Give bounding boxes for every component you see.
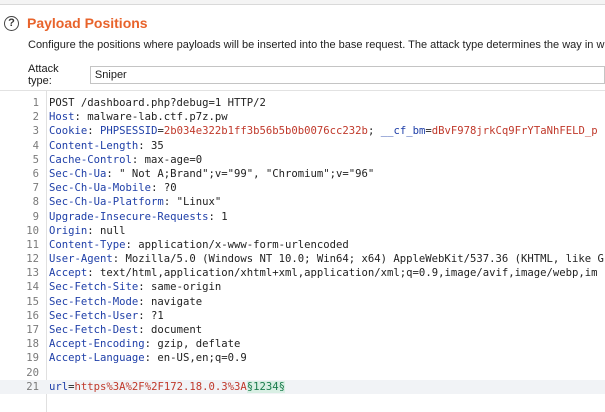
header-value: : " Not A;Brand";v="99", "Chromium";v="9…: [106, 167, 375, 180]
help-icon[interactable]: ?: [4, 15, 19, 31]
line-number: 5: [32, 153, 39, 166]
line-number: 13: [26, 267, 39, 280]
editor-line[interactable]: 16 Sec-Fetch-User: ?1: [0, 309, 605, 323]
editor-line[interactable]: 7 Sec-Ch-Ua-Mobile: ?0: [0, 181, 605, 195]
line-number: 7: [32, 182, 39, 195]
line-number: 21: [26, 380, 39, 393]
header-value: : en-US,en;q=0.9: [144, 352, 247, 365]
editor-line[interactable]: 2 Host: malware-lab.ctf.p7z.pw: [0, 110, 605, 124]
attack-type-label: Attack type:: [28, 63, 59, 87]
header-value: : Mozilla/5.0 (Windows NT 10.0; Win64; x…: [112, 253, 604, 266]
line-number: 1: [32, 97, 39, 109]
header-value: : same-origin: [138, 281, 222, 294]
line-number: 6: [32, 167, 39, 180]
header-value: : gzip, deflate: [144, 338, 241, 351]
body-param-value: https%3A%2F%2F172.18.0.3%3A: [74, 380, 247, 393]
editor-line[interactable]: 8 Sec-Ch-Ua-Platform: "Linux": [0, 195, 605, 209]
cookie-value: dBvF978jrkCq9FrYTaNhFELD_p: [431, 125, 598, 138]
line-number: 11: [26, 238, 39, 251]
editor-line[interactable]: 17 Sec-Fetch-Dest: document: [0, 323, 605, 337]
line-number: 9: [32, 210, 39, 223]
header-key: Sec-Ch-Ua: [49, 167, 107, 180]
line-number: 8: [32, 196, 39, 209]
top-tab-strip: [0, 0, 605, 5]
header-value: : 35: [138, 139, 164, 152]
header-value: : application/x-www-form-urlencoded: [125, 238, 349, 251]
header-key: Content-Type: [49, 238, 126, 251]
header-key: Sec-Ch-Ua-Mobile: [49, 182, 152, 195]
header-value: : malware-lab.ctf.p7z.pw: [74, 111, 228, 124]
header-value: : 1: [208, 210, 228, 223]
header-key: User-Agent: [49, 253, 113, 266]
editor-line[interactable]: 19 Accept-Language: en-US,en;q=0.9: [0, 351, 605, 365]
header-value: : null: [87, 224, 126, 237]
header-key: Sec-Fetch-Dest: [49, 324, 139, 336]
editor-line[interactable]: 9 Upgrade-Insecure-Requests: 1: [0, 210, 605, 224]
editor-line[interactable]: 15 Sec-Fetch-Mode: navigate: [0, 295, 605, 309]
editor-line[interactable]: 13 Accept: text/html,application/xhtml+x…: [0, 266, 605, 280]
line-number: 4: [32, 139, 39, 152]
header-value: : text/html,application/xhtml+xml,applic…: [87, 267, 598, 280]
editor-line-current[interactable]: 21 url=https%3A%2F%2F172.18.0.3%3A§1234§: [0, 379, 605, 394]
editor-line[interactable]: 6 Sec-Ch-Ua: " Not A;Brand";v="99", "Chr…: [0, 167, 605, 181]
header-key: Sec-Fetch-Mode: [49, 295, 139, 308]
header-key: Cache-Control: [49, 153, 132, 166]
header-key: Origin: [49, 224, 88, 237]
line-number: 2: [32, 111, 39, 124]
header-key: Accept-Language: [49, 352, 145, 365]
section-header: ? Payload Positions: [4, 13, 148, 33]
line-number: 10: [26, 224, 39, 237]
line-number: 17: [26, 324, 39, 336]
cookie-name: __cf_bm: [380, 125, 426, 138]
attack-type-row: Attack type: Sniper: [28, 63, 605, 87]
header-key: Host: [49, 111, 75, 124]
header-value: : max-age=0: [131, 153, 203, 166]
editor-line[interactable]: 4 Content-Length: 35: [0, 139, 605, 153]
request-code[interactable]: 1 POST /dashboard.php?debug=1 HTTP/2 2 H…: [0, 96, 605, 394]
line-number: 15: [26, 295, 39, 308]
editor-line[interactable]: 3 Cookie: PHPSESSID=2b034e322b1ff3b56b5b…: [0, 124, 605, 138]
line-number: 19: [26, 352, 39, 365]
header-key: Sec-Ch-Ua-Platform: [49, 196, 164, 209]
body-param-name: url: [49, 380, 69, 393]
header-key: Accept-Encoding: [49, 338, 145, 351]
editor-line[interactable]: 12 User-Agent: Mozilla/5.0 (Windows NT 1…: [0, 252, 605, 266]
cookie-separator: :: [87, 125, 101, 138]
editor-line[interactable]: 1 POST /dashboard.php?debug=1 HTTP/2: [0, 96, 605, 110]
header-key: Sec-Fetch-User: [49, 309, 139, 322]
request-line: POST /dashboard.php?debug=1 HTTP/2: [49, 97, 266, 109]
line-number: 3: [32, 125, 39, 138]
editor-line[interactable]: 10 Origin: null: [0, 224, 605, 238]
cookie-name: PHPSESSID: [100, 125, 158, 138]
cookie-value: 2b034e322b1ff3b56b5b0b0076cc232b: [163, 125, 368, 138]
line-number: 12: [26, 253, 39, 266]
section-title: Payload Positions: [27, 15, 148, 31]
line-number: 18: [26, 338, 39, 351]
header-value: : document: [138, 324, 203, 336]
cookie-separator: ;: [367, 125, 381, 138]
payload-position-marker[interactable]: §1234§: [246, 380, 286, 393]
header-key: Content-Length: [49, 139, 139, 152]
header-value: : ?0: [151, 182, 177, 195]
header-key: Cookie: [49, 125, 88, 138]
header-value: : navigate: [138, 295, 203, 308]
line-number: 14: [26, 281, 39, 294]
editor-line[interactable]: 20: [0, 366, 605, 380]
editor-line[interactable]: 11 Content-Type: application/x-www-form-…: [0, 238, 605, 252]
editor-line[interactable]: 5 Cache-Control: max-age=0: [0, 153, 605, 167]
header-value: : "Linux": [163, 196, 222, 209]
request-editor[interactable]: 1 POST /dashboard.php?debug=1 HTTP/2 2 H…: [0, 90, 605, 412]
section-description: Configure the positions where payloads w…: [28, 39, 605, 51]
header-key: Accept: [49, 267, 88, 280]
header-value: : ?1: [138, 309, 164, 322]
attack-type-select[interactable]: Sniper: [89, 66, 605, 84]
editor-line[interactable]: 18 Accept-Encoding: gzip, deflate: [0, 337, 605, 351]
header-key: Upgrade-Insecure-Requests: [49, 210, 209, 223]
line-number: 16: [26, 309, 39, 322]
line-number: 20: [26, 366, 39, 379]
header-key: Sec-Fetch-Site: [49, 281, 139, 294]
editor-line[interactable]: 14 Sec-Fetch-Site: same-origin: [0, 280, 605, 294]
